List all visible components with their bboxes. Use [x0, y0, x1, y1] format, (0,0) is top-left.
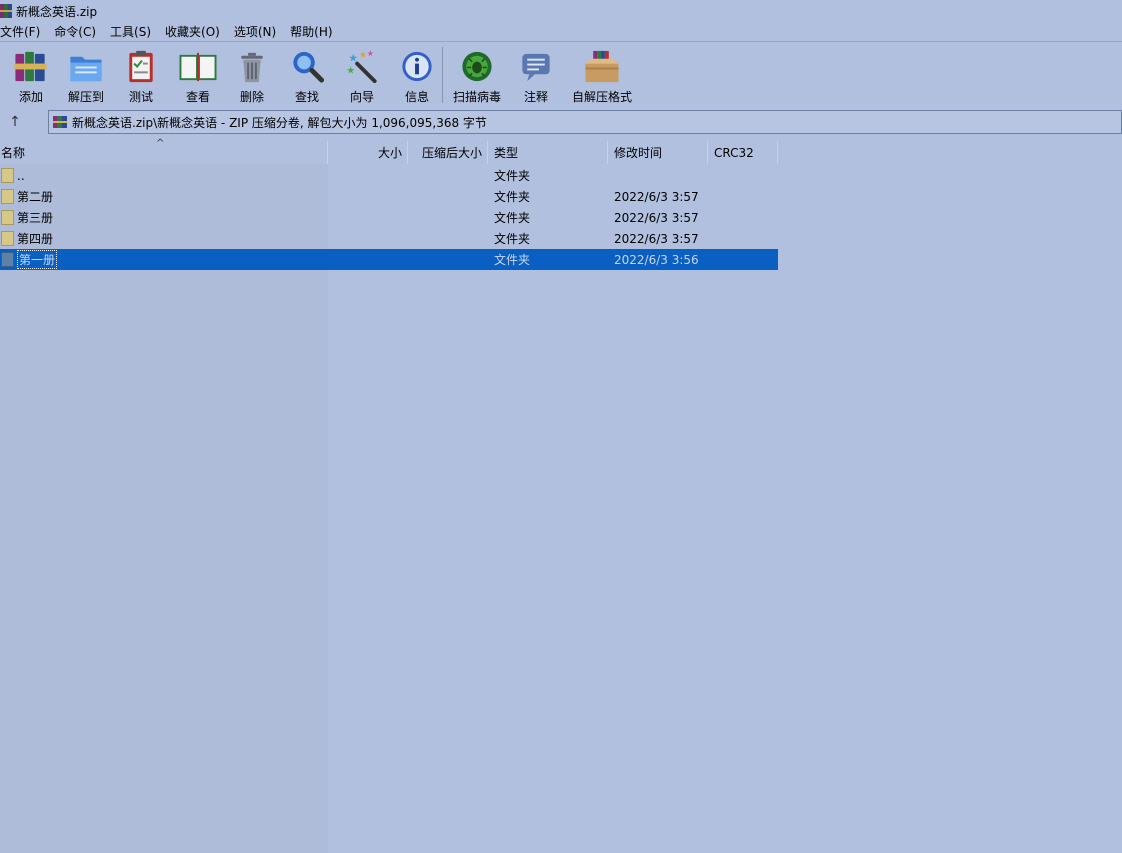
menu-bar: 文件(F) 命令(C) 工具(S) 收藏夹(O) 选项(N) 帮助(H) [0, 22, 1122, 42]
view-button[interactable]: 查看 [177, 43, 219, 105]
column-header-type[interactable]: 类型 [488, 141, 608, 164]
add-label: 添加 [18, 90, 43, 104]
magnifier-icon [293, 51, 325, 83]
row-name: 第一册 [17, 250, 58, 269]
menu-help[interactable]: 帮助(H) [290, 23, 339, 40]
table-row[interactable]: 第三册 文件夹 2022/6/3 3:57 [0, 207, 778, 228]
wizard-button[interactable]: ★ ★ ★ ★ 向导 [343, 43, 381, 105]
column-type-label: 类型 [494, 146, 519, 160]
menu-file[interactable]: 文件(F) [0, 23, 47, 40]
magic-wand-icon: ★ ★ ★ ★ [346, 49, 377, 84]
winrar-app-icon [0, 4, 12, 18]
column-name-label: 名称 [1, 146, 26, 160]
menu-options[interactable]: 选项(N) [234, 23, 283, 40]
column-header-crc[interactable]: CRC32 [708, 141, 778, 164]
folder-icon [1, 231, 14, 246]
svg-text:★: ★ [348, 52, 358, 65]
sfx-label: 自解压格式 [571, 90, 632, 104]
trash-icon [241, 52, 263, 83]
row-modified: 2022/6/3 3:57 [614, 231, 699, 246]
row-type: 文件夹 [494, 211, 531, 225]
row-modified: 2022/6/3 3:57 [614, 210, 699, 225]
info-button[interactable]: 信息 [398, 43, 436, 105]
row-name: 第三册 [17, 211, 54, 225]
folder-icon [1, 210, 14, 225]
arrow-up-icon: ↑ [9, 114, 21, 130]
row-name: .. [17, 168, 25, 183]
menu-favorites[interactable]: 收藏夹(O) [165, 23, 227, 40]
row-type: 文件夹 [494, 253, 531, 267]
info-icon [402, 51, 432, 82]
find-label: 查找 [294, 90, 319, 104]
info-label: 信息 [404, 90, 429, 104]
toolbar: 添加 解压到 测试 查看 删除 查找 ★ ★ ★ ★ 向导 信息 扫描病毒 注释… [0, 43, 1122, 105]
up-one-level-button[interactable]: ↑ [0, 108, 30, 136]
window-title: 新概念英语.zip [16, 4, 98, 19]
table-row[interactable]: .. 文件夹 [0, 165, 778, 186]
delete-label: 删除 [239, 90, 264, 104]
svg-text:★: ★ [367, 49, 374, 58]
column-header-modified[interactable]: 修改时间 [608, 141, 708, 164]
title-bar: 新概念英语.zip [0, 0, 1122, 22]
extract-to-button[interactable]: 解压到 [67, 43, 105, 105]
virus-scan-icon [462, 51, 492, 82]
extract-to-label: 解压到 [67, 90, 104, 104]
table-row[interactable]: 第二册 文件夹 2022/6/3 3:57 [0, 186, 778, 207]
row-type: 文件夹 [494, 169, 531, 183]
sort-ascending-icon: ^ [156, 138, 165, 149]
clipboard-check-icon [129, 50, 153, 83]
test-button[interactable]: 测试 [122, 43, 160, 105]
archive-icon [53, 116, 67, 128]
row-modified: 2022/6/3 3:57 [614, 189, 699, 204]
column-packed-label: 压缩后大小 [421, 146, 482, 160]
svg-text:★: ★ [359, 51, 367, 61]
book-icon [179, 52, 217, 82]
sfx-button[interactable]: 自解压格式 [571, 43, 633, 105]
column-crc-label: CRC32 [714, 145, 754, 160]
column-modified-label: 修改时间 [614, 146, 663, 160]
column-header-size[interactable]: 大小 [328, 141, 408, 164]
table-row[interactable]: 第四册 文件夹 2022/6/3 3:57 [0, 228, 778, 249]
delete-button[interactable]: 删除 [233, 43, 271, 105]
extract-folder-icon [70, 56, 102, 82]
scan-virus-label: 扫描病毒 [453, 90, 502, 104]
folder-icon [1, 189, 14, 204]
test-label: 测试 [128, 90, 153, 104]
comment-label: 注释 [523, 90, 548, 104]
menu-commands[interactable]: 命令(C) [54, 23, 103, 40]
column-size-label: 大小 [377, 146, 402, 160]
find-button[interactable]: 查找 [288, 43, 326, 105]
address-path: 新概念英语.zip\新概念英语 - ZIP 压缩分卷, 解包大小为 1,096,… [72, 115, 487, 130]
toolbar-separator [442, 47, 443, 103]
add-archive-icon [14, 51, 47, 82]
address-field[interactable]: 新概念英语.zip\新概念英语 - ZIP 压缩分卷, 解包大小为 1,096,… [48, 110, 1122, 134]
comment-button[interactable]: 注释 [517, 43, 555, 105]
address-bar: ↑ 新概念英语.zip\新概念英语 - ZIP 压缩分卷, 解包大小为 1,09… [0, 108, 1122, 136]
table-row-selected[interactable]: 第一册 文件夹 2022/6/3 3:56 [0, 249, 778, 270]
column-header-name[interactable]: 名称 ^ [0, 138, 328, 164]
folder-icon [1, 168, 14, 183]
column-header-packed[interactable]: 压缩后大小 [408, 141, 488, 164]
sfx-box-icon [585, 50, 619, 83]
folder-icon [1, 252, 14, 267]
row-name: 第四册 [17, 232, 54, 246]
wizard-label: 向导 [349, 90, 374, 104]
file-list: .. 文件夹 第二册 文件夹 2022/6/3 3:57 第三册 文件夹 202… [0, 165, 778, 270]
add-button[interactable]: 添加 [12, 43, 50, 105]
svg-text:★: ★ [346, 65, 355, 76]
row-type: 文件夹 [494, 232, 531, 246]
view-label: 查看 [185, 90, 210, 104]
row-modified: 2022/6/3 3:56 [614, 252, 699, 267]
scan-virus-button[interactable]: 扫描病毒 [453, 43, 501, 105]
list-header: 名称 ^ 大小 压缩后大小 类型 修改时间 CRC32 [0, 138, 1122, 164]
row-name: 第二册 [17, 190, 54, 204]
menu-tools[interactable]: 工具(S) [110, 23, 158, 40]
row-type: 文件夹 [494, 190, 531, 204]
comment-icon [522, 53, 550, 82]
